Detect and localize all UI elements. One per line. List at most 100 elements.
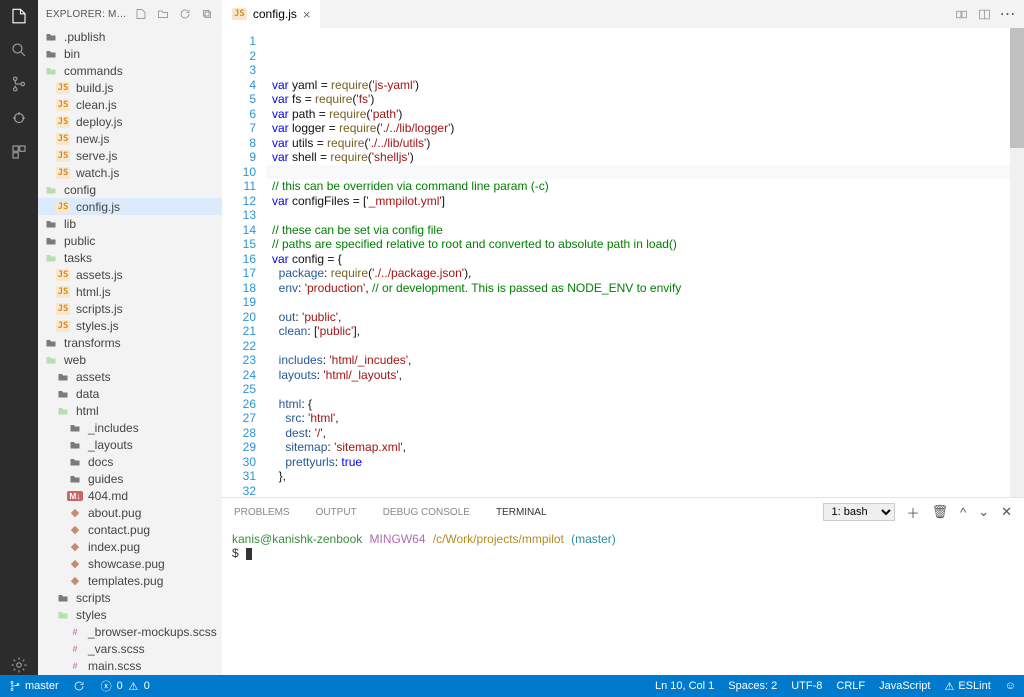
panel-tab-problems[interactable]: PROBLEMS [234, 507, 290, 518]
folder-icon [44, 30, 58, 44]
tree-item-label: guides [88, 472, 123, 486]
chevron-down-icon[interactable]: ⌄ [978, 504, 989, 520]
panel-tab-terminal[interactable]: TERMINAL [496, 507, 547, 518]
explorer-icon[interactable] [9, 6, 29, 26]
source-control-icon[interactable] [9, 74, 29, 94]
tree-item-label: config [64, 183, 96, 197]
collapse-all-icon[interactable] [200, 7, 214, 21]
js-file-icon: JS [56, 81, 70, 95]
tree-item-commands[interactable]: commands [38, 62, 222, 79]
tree-item-contact-pug[interactable]: ◆contact.pug [38, 521, 222, 538]
status-branch[interactable]: master [8, 680, 59, 693]
terminal-selector[interactable]: 1: bash [823, 503, 895, 521]
tree-item-deploy-js[interactable]: JSdeploy.js [38, 113, 222, 130]
tree-item-web[interactable]: web [38, 351, 222, 368]
scss-file-icon: # [68, 659, 82, 673]
tree-item-label: contact.pug [88, 523, 150, 537]
file-tree[interactable]: .publishbincommandsJSbuild.jsJSclean.jsJ… [38, 28, 222, 675]
tree-item-assets[interactable]: assets [38, 368, 222, 385]
new-folder-icon[interactable] [156, 7, 170, 21]
tree-item-showcase-pug[interactable]: ◆showcase.pug [38, 555, 222, 572]
tree-item-label: new.js [76, 132, 109, 146]
status-problems[interactable]: ⓧ0 ⚠0 [100, 680, 150, 693]
close-tab-icon[interactable]: × [303, 7, 311, 22]
editor-group: JS config.js × ⋯ 12345678910111213141516… [222, 0, 1024, 675]
tree-item-tasks[interactable]: tasks [38, 249, 222, 266]
tree-item-label: _vars.scss [88, 642, 145, 656]
tree-item-public[interactable]: public [38, 232, 222, 249]
tree-item-_includes[interactable]: _includes [38, 419, 222, 436]
status-indentation[interactable]: Spaces: 2 [728, 680, 777, 692]
split-editor-icon[interactable] [978, 8, 991, 21]
tree-item-serve-js[interactable]: JSserve.js [38, 147, 222, 164]
panel-tab-output[interactable]: OUTPUT [316, 507, 357, 518]
compare-changes-icon[interactable] [955, 8, 968, 21]
tab-config-js[interactable]: JS config.js × [222, 0, 320, 28]
tree-item-data[interactable]: data [38, 385, 222, 402]
tree-item-label: public [64, 234, 95, 248]
close-panel-icon[interactable]: ✕ [1001, 504, 1012, 520]
scrollbar-thumb[interactable] [1010, 28, 1024, 148]
kill-terminal-icon[interactable]: 🗑 [932, 504, 949, 520]
tree-item-main-scss[interactable]: #main.scss [38, 657, 222, 674]
terminal-cursor [246, 548, 252, 560]
tree-item-config-js[interactable]: JSconfig.js [38, 198, 222, 215]
scrollbar-track[interactable] [1010, 28, 1024, 497]
tree-item-styles[interactable]: styles [38, 606, 222, 623]
status-eol[interactable]: CRLF [836, 680, 865, 692]
pug-file-icon: ◆ [68, 540, 82, 554]
search-icon[interactable] [9, 40, 29, 60]
status-cursor-position[interactable]: Ln 10, Col 1 [655, 680, 714, 692]
tree-item-watch-js[interactable]: JSwatch.js [38, 164, 222, 181]
js-file-icon: JS [232, 8, 247, 20]
panel-tab-debug-console[interactable]: DEBUG CONSOLE [383, 507, 470, 518]
tree-item-docs[interactable]: docs [38, 453, 222, 470]
tree-item-label: config.js [76, 200, 120, 214]
status-feedback-icon[interactable]: ☺ [1005, 680, 1016, 692]
tree-item-assets-js[interactable]: JSassets.js [38, 266, 222, 283]
js-file-icon: JS [56, 268, 70, 282]
tree-item-transforms[interactable]: transforms [38, 334, 222, 351]
tree-item-_vars-scss[interactable]: #_vars.scss [38, 640, 222, 657]
tree-item-about-pug[interactable]: ◆about.pug [38, 504, 222, 521]
tree-item-404-md[interactable]: M↓404.md [38, 487, 222, 504]
maximize-panel-icon[interactable]: ^ [960, 505, 966, 520]
tree-item-clean-js[interactable]: JSclean.js [38, 96, 222, 113]
extensions-icon[interactable] [9, 142, 29, 162]
status-language[interactable]: JavaScript [879, 680, 930, 692]
tree-item-_layouts[interactable]: _layouts [38, 436, 222, 453]
tree-item-html[interactable]: html [38, 402, 222, 419]
editor-actions: ⋯ [955, 0, 1024, 28]
tree-item-new-js[interactable]: JSnew.js [38, 130, 222, 147]
tree-item-html-js[interactable]: JShtml.js [38, 283, 222, 300]
debug-icon[interactable] [9, 108, 29, 128]
tree-item-build-js[interactable]: JS build.js [38, 79, 222, 96]
tree-item-styles-js[interactable]: JSstyles.js [38, 317, 222, 334]
tree-item-_browser-mockups-scss[interactable]: #_browser-mockups.scss [38, 623, 222, 640]
refresh-icon[interactable] [178, 7, 192, 21]
tree-item-scripts[interactable]: scripts [38, 589, 222, 606]
settings-gear-icon[interactable] [9, 655, 29, 675]
folder-icon [56, 591, 70, 605]
new-terminal-icon[interactable]: ＋ [907, 503, 920, 522]
tree-item-config[interactable]: config [38, 181, 222, 198]
code-editor[interactable]: 1234567891011121314151617181920212223242… [222, 28, 1024, 497]
status-sync[interactable] [73, 680, 86, 693]
more-actions-icon[interactable]: ⋯ [1001, 8, 1014, 21]
tree-item-label: _browser-mockups.scss [88, 625, 217, 639]
tree-item-bin[interactable]: bin [38, 45, 222, 62]
status-encoding[interactable]: UTF-8 [791, 680, 822, 692]
tree-item-templates-pug[interactable]: ◆templates.pug [38, 572, 222, 589]
tree-item-scripts-js[interactable]: JSscripts.js [38, 300, 222, 317]
new-file-icon[interactable] [134, 7, 148, 21]
tree-item-guides[interactable]: guides [38, 470, 222, 487]
tree-item-label: showcase.pug [88, 557, 165, 571]
tree-item--publish[interactable]: .publish [38, 28, 222, 45]
code-content[interactable]: var yaml = require('js-yaml')var fs = re… [266, 28, 1024, 497]
folder-icon [68, 438, 82, 452]
tree-item-lib[interactable]: lib [38, 215, 222, 232]
status-eslint[interactable]: ⚠ ESLint [944, 680, 990, 693]
terminal-content[interactable]: kanis@kanishk-zenbook MINGW64 /c/Work/pr… [222, 526, 1024, 675]
tree-item-label: build.js [76, 81, 113, 95]
tree-item-index-pug[interactable]: ◆index.pug [38, 538, 222, 555]
